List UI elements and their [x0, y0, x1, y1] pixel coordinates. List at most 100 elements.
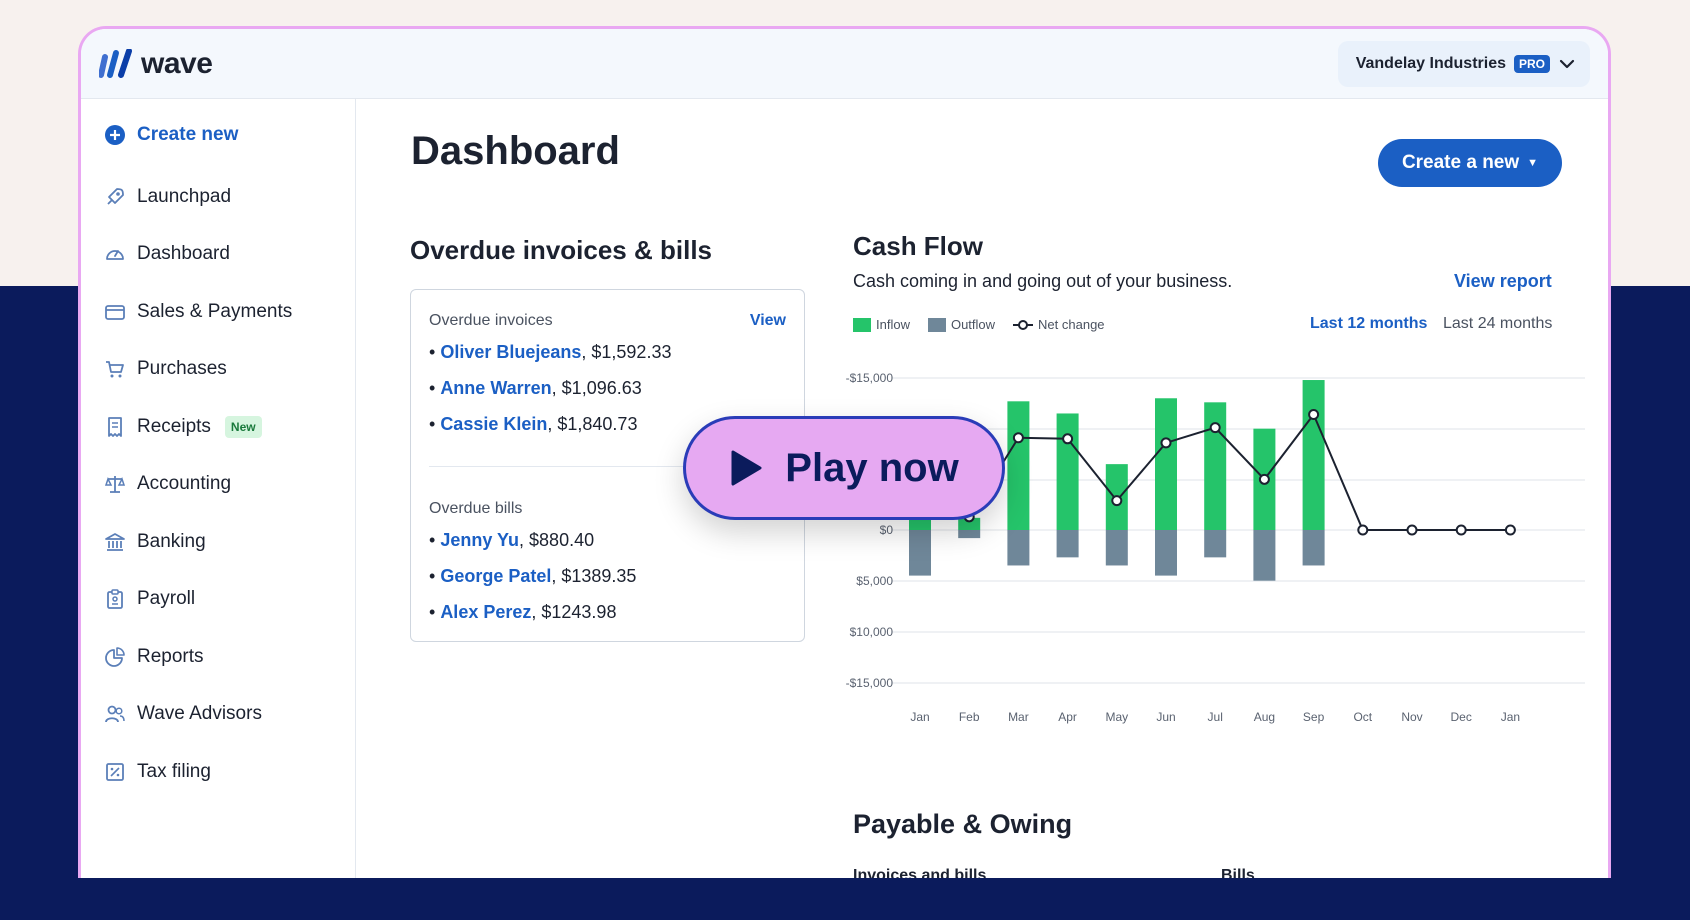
x-tick-label: Feb	[959, 710, 980, 724]
overdue-invoices-label: Overdue invoices	[429, 312, 553, 329]
invoice-row: • Oliver Bluejeans, $1,592.33	[429, 342, 672, 362]
sidebar-item-launchpad[interactable]: Launchpad	[103, 185, 231, 209]
sidebar-item-sales-payments[interactable]: Sales & Payments	[103, 300, 292, 324]
x-tick-label: Jul	[1208, 710, 1223, 724]
range-last-12-months[interactable]: Last 12 months	[1310, 315, 1427, 333]
bill-row: • Jenny Yu, $880.40	[429, 530, 595, 550]
invoice-name-link[interactable]: Oliver Bluejeans	[440, 342, 581, 362]
x-tick-label: Jan	[910, 710, 929, 724]
net-change-point	[1160, 437, 1172, 449]
overdue-bills-label: Overdue bills	[429, 500, 523, 517]
net-change-point	[1455, 524, 1467, 536]
bank-icon	[103, 530, 127, 554]
create-a-new-button[interactable]: Create a new ▼	[1378, 139, 1562, 187]
sidebar-item-label: Banking	[137, 531, 206, 552]
outflow-bar	[958, 530, 981, 539]
sidebar-item-purchases[interactable]: Purchases	[103, 357, 227, 381]
top-bar: wave Vandelay Industries PRO	[81, 29, 1608, 99]
chart-legend: Inflow Outflow Net change	[853, 317, 1105, 332]
view-report-link[interactable]: View report	[1454, 271, 1552, 292]
sidebar-item-label: Tax filing	[137, 761, 211, 782]
play-now-label: Play now	[785, 445, 959, 490]
sidebar-item-label: Sales & Payments	[137, 301, 293, 322]
invoice-name-link[interactable]: Cassie Klein	[440, 414, 547, 434]
sidebar-item-tax-filing[interactable]: Tax filing	[103, 760, 211, 784]
chevron-down-icon	[1559, 59, 1575, 69]
outflow-bar	[1007, 530, 1030, 566]
invoice-row: • Cassie Klein, $1,840.73	[429, 414, 638, 434]
range-last-24-months[interactable]: Last 24 months	[1443, 315, 1552, 333]
sidebar-item-reports[interactable]: Reports	[103, 645, 204, 669]
outflow-bar	[909, 530, 931, 576]
net-change-point	[1111, 495, 1123, 507]
play-now-button[interactable]: Play now	[683, 416, 1005, 520]
inflow-bar	[1007, 401, 1030, 530]
pie-chart-icon	[103, 645, 127, 669]
bill-name-link[interactable]: George Patel	[440, 566, 551, 586]
view-link[interactable]: View	[750, 312, 786, 330]
bill-amount: , $1243.98	[531, 602, 617, 622]
cash-flow-subtitle: Cash coming in and going out of your bus…	[853, 271, 1233, 291]
inflow-bar	[1155, 398, 1177, 530]
x-tick-label: Jan	[1501, 710, 1520, 724]
invoice-row: • Anne Warren, $1,096.63	[429, 378, 642, 398]
sidebar-item-label: Dashboard	[137, 243, 230, 264]
net-change-point	[1357, 524, 1369, 536]
net-change-point	[1012, 432, 1024, 444]
invoice-amount: , $1,096.63	[551, 378, 642, 398]
people-icon	[103, 702, 127, 726]
sidebar-item-receipts[interactable]: Receipts New	[103, 415, 262, 439]
cash-flow-chart: -$15,000 $0 $5,000 $10,000 -$15,000 Jan Feb Mar…	[846, 371, 1585, 724]
sidebar-item-label: Reports	[137, 646, 204, 667]
invoice-name-link[interactable]: Anne Warren	[440, 378, 551, 398]
net-change-point	[1062, 433, 1074, 445]
business-switcher[interactable]: Vandelay Industries PRO	[1337, 41, 1590, 87]
sidebar-item-banking[interactable]: Banking	[103, 530, 206, 554]
outflow-bar	[1155, 530, 1177, 576]
sidebar-item-label: Launchpad	[137, 186, 232, 207]
net-change-point	[1504, 524, 1516, 536]
outflow-bar	[1204, 530, 1227, 558]
percent-icon	[103, 760, 127, 784]
sidebar-item-payroll[interactable]: Payroll	[103, 587, 195, 611]
net-change-point	[1258, 473, 1270, 485]
sidebar-item-create-new[interactable]: Create new	[103, 123, 238, 147]
bill-amount: , $880.40	[519, 530, 595, 550]
clipboard-icon	[103, 587, 127, 611]
scale-icon	[103, 472, 127, 496]
invoice-amount: , $1,592.33	[581, 342, 672, 362]
create-a-new-label: Create a new	[1401, 152, 1520, 173]
plus-circle-icon	[103, 123, 127, 147]
sidebar-item-wave-advisors[interactable]: Wave Advisors	[103, 702, 262, 726]
sidebar-item-label: Purchases	[137, 358, 227, 379]
sidebar-item-accounting[interactable]: Accounting	[103, 472, 231, 496]
inflow-bar	[1056, 413, 1079, 530]
cash-flow-heading: Cash Flow	[853, 231, 984, 261]
page-title: Dashboard	[411, 129, 620, 173]
bill-name-link[interactable]: Alex Perez	[440, 602, 531, 622]
sidebar-item-label: Create new	[137, 124, 239, 145]
receipt-icon	[103, 415, 127, 439]
x-tick-label: May	[1105, 710, 1128, 724]
net-change-point	[1308, 408, 1320, 420]
bill-row: • George Patel, $1389.35	[429, 566, 637, 586]
credit-card-icon	[103, 300, 127, 324]
outflow-bar	[1302, 530, 1325, 566]
x-tick-label: Apr	[1058, 710, 1077, 724]
wave-logo[interactable]: wave	[99, 47, 213, 81]
wave-logo-icon	[99, 49, 132, 78]
logo-text: wave	[141, 47, 213, 80]
x-tick-label: Jun	[1156, 710, 1175, 724]
bill-amount: , $1389.35	[551, 566, 637, 586]
new-badge: New	[224, 416, 262, 438]
owing-column-label: Bills	[1221, 867, 1255, 878]
outflow-bar	[1056, 530, 1079, 558]
sidebar-item-dashboard[interactable]: Dashboard	[103, 242, 230, 266]
outflow-bar	[1253, 530, 1276, 581]
cart-icon	[103, 357, 127, 381]
y-tick-label: $10,000	[850, 625, 894, 639]
x-tick-label: Aug	[1254, 710, 1275, 724]
payable-column-label: Invoices and bills	[853, 867, 987, 878]
bill-name-link[interactable]: Jenny Yu	[440, 530, 519, 550]
y-tick-label: $0	[880, 523, 894, 537]
